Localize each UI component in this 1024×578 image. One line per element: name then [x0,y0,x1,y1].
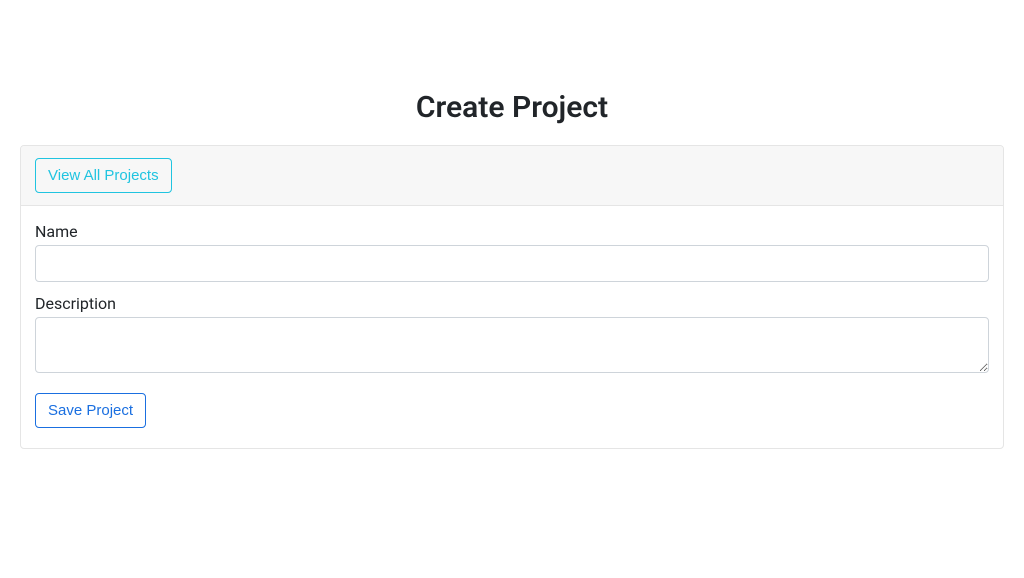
page-title: Create Project [20,90,1004,125]
description-input[interactable] [35,317,989,373]
project-card: View All Projects Name Description Save … [20,145,1004,449]
card-body: Name Description Save Project [21,206,1003,448]
view-all-projects-button[interactable]: View All Projects [35,158,172,193]
card-header: View All Projects [21,146,1003,206]
name-input[interactable] [35,245,989,282]
save-project-button[interactable]: Save Project [35,393,146,428]
submit-row: Save Project [35,393,989,428]
page-container: Create Project View All Projects Name De… [0,0,1024,469]
description-label: Description [35,294,989,313]
description-field-group: Description [35,294,989,377]
name-field-group: Name [35,222,989,282]
name-label: Name [35,222,989,241]
